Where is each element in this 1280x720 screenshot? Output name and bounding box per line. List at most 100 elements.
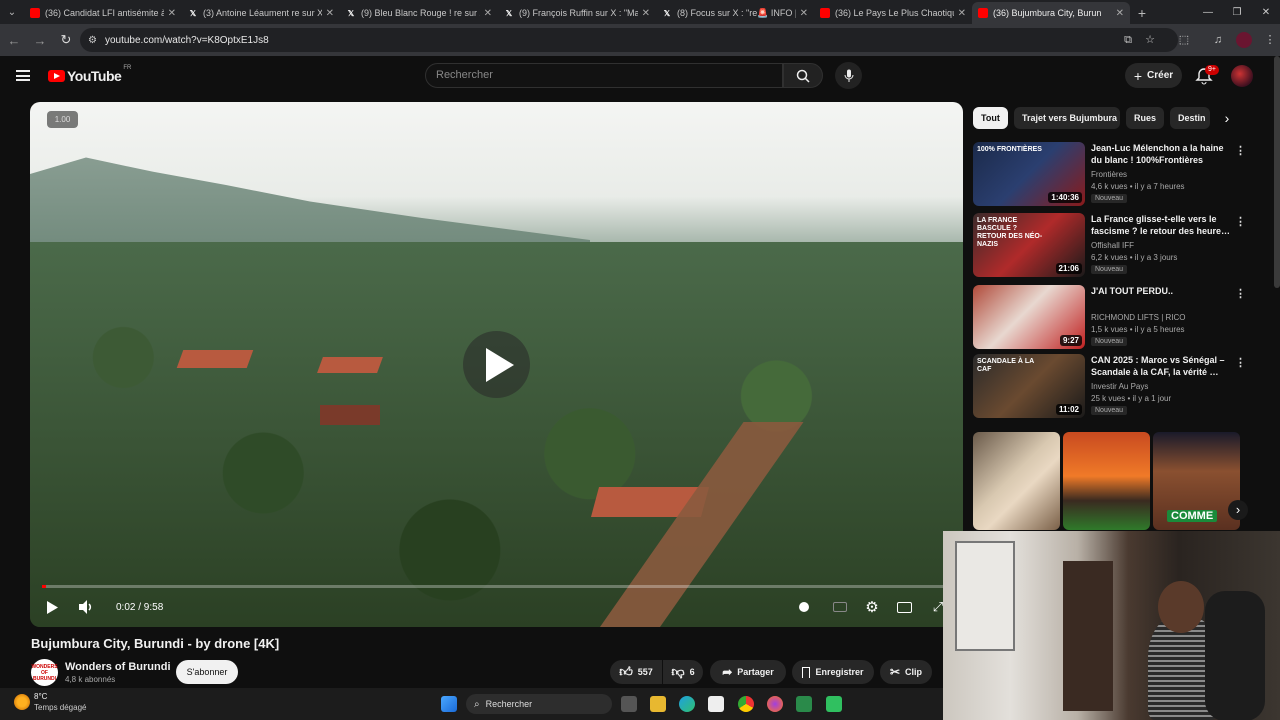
share-button[interactable]: ➦ Partager <box>710 660 786 684</box>
player-controls: 0:02 / 9:58 ⚙ ⤢ <box>30 594 963 627</box>
video-thumbnail[interactable]: 9:27 <box>973 285 1085 349</box>
chip-trajet[interactable]: Trajet vers Bujumbura <box>1014 107 1120 129</box>
browser-tab[interactable]: 𝕏 (9) Bleu Blanc Rouge ! re sur X ✕ <box>340 2 498 24</box>
tab-close-icon[interactable]: ✕ <box>326 8 334 19</box>
account-avatar[interactable] <box>1231 65 1253 87</box>
tab-close-icon[interactable]: ✕ <box>168 8 176 19</box>
channel-name[interactable]: Frontières <box>1091 170 1127 179</box>
bookmark-star-icon[interactable]: ☆ <box>1142 32 1158 48</box>
url-field[interactable]: ⚙ youtube.com/watch?v=K8OptxE1Js8 <box>80 28 1178 52</box>
app-icon[interactable] <box>796 696 812 712</box>
more-options-icon[interactable]: ⋮ <box>1235 287 1246 300</box>
clip-button[interactable]: ✂ Clip <box>880 660 932 684</box>
channel-name[interactable]: Wonders of Burundi <box>65 661 171 673</box>
chips-next-icon[interactable]: › <box>1216 107 1238 129</box>
video-title[interactable]: Jean-Luc Mélenchon a la haine du blanc !… <box>1091 142 1231 166</box>
file-explorer-icon[interactable] <box>650 696 666 712</box>
video-player[interactable]: 1.00 0:02 / 9:58 ⚙ ⤢ <box>30 102 963 627</box>
recommended-video[interactable]: LA FRANCE BASCULE ? RETOUR DES NÉO-NAZIS… <box>973 213 1248 277</box>
search-button[interactable] <box>783 63 823 88</box>
video-thumbnail[interactable]: SCANDALE À LA CAF 11:02 <box>973 354 1085 418</box>
tab-close-icon[interactable]: ✕ <box>484 8 492 19</box>
progress-bar[interactable] <box>42 585 951 588</box>
browser-tab[interactable]: 𝕏 (8) Focus sur X : "re🚨 INFO | C ✕ <box>656 2 814 24</box>
notification-count: 9+ <box>1205 65 1219 75</box>
big-play-button[interactable] <box>463 331 530 398</box>
back-icon[interactable]: ← <box>2 28 26 52</box>
miniplayer-button[interactable] <box>895 598 913 616</box>
browser-menu-icon[interactable]: ⋮ <box>1262 32 1278 48</box>
profile-icon[interactable] <box>1236 32 1252 48</box>
task-view-icon[interactable] <box>621 696 637 712</box>
channel-name[interactable]: Investir Au Pays <box>1091 382 1148 391</box>
browser-tab[interactable]: (36) Candidat LFI antisémite à Pa ✕ <box>24 2 182 24</box>
more-options-icon[interactable]: ⋮ <box>1235 215 1246 228</box>
video-title[interactable]: La France glisse-t-elle vers le fascisme… <box>1091 213 1231 237</box>
windows-start-icon[interactable] <box>441 696 457 712</box>
recommended-video[interactable]: 9:27 J'AI TOUT PERDU.. RICHMOND LIFTS | RI… <box>973 285 1248 349</box>
browser-tab[interactable]: (36) Bujumbura City, Burun ✕ <box>972 2 1130 24</box>
video-title[interactable]: CAN 2025 : Maroc vs Sénégal – Scandale à… <box>1091 354 1231 378</box>
channel-name[interactable]: RICHMOND LIFTS | RICO <box>1091 313 1186 322</box>
weather-icon[interactable] <box>14 694 30 710</box>
dislike-button[interactable]: 👎︎ 6 <box>663 660 703 684</box>
video-duration: 21:06 <box>1055 263 1082 274</box>
like-button[interactable]: 👍︎ 557 <box>610 660 662 684</box>
voice-search-button[interactable] <box>835 62 862 89</box>
play-button[interactable] <box>44 598 60 616</box>
autoplay-toggle[interactable] <box>797 598 811 616</box>
taskbar-search[interactable]: ⌕ Rechercher <box>466 694 612 714</box>
youtube-logo[interactable]: YouTube FR <box>48 65 131 84</box>
more-options-icon[interactable]: ⋮ <box>1235 356 1246 369</box>
save-button[interactable]: Enregistrer <box>792 660 874 684</box>
video-title[interactable]: J'AI TOUT PERDU.. <box>1091 285 1231 297</box>
media-control-icon[interactable]: ♫ <box>1210 32 1226 48</box>
site-info-icon[interactable]: ⚙ <box>88 35 97 46</box>
page-scrollbar[interactable] <box>1274 56 1280 288</box>
settings-button[interactable]: ⚙ <box>863 598 881 616</box>
video-thumbnail[interactable]: 100% FRONTIÈRES 1:40:36 <box>973 142 1085 206</box>
short-thumbnail[interactable] <box>973 432 1060 530</box>
chip-destin[interactable]: Destin <box>1170 107 1210 129</box>
recommended-video[interactable]: SCANDALE À LA CAF 11:02 CAN 2025 : Maroc v… <box>973 354 1248 418</box>
edge-icon[interactable] <box>679 696 695 712</box>
tab-close-icon[interactable]: ✕ <box>642 8 650 19</box>
reload-icon[interactable]: ↻ <box>54 28 78 52</box>
tab-close-icon[interactable]: ✕ <box>958 8 966 19</box>
search-input[interactable]: Rechercher <box>425 63 783 88</box>
menu-icon[interactable] <box>16 70 30 81</box>
minimize-icon[interactable]: — <box>1192 0 1224 24</box>
subscribe-button[interactable]: S'abonner <box>176 660 238 684</box>
maximize-icon[interactable]: ❐ <box>1221 0 1253 24</box>
close-window-icon[interactable]: ✕ <box>1250 0 1280 24</box>
firefox-icon[interactable] <box>767 696 783 712</box>
channel-name[interactable]: Offishall IFF <box>1091 241 1134 250</box>
chip-all[interactable]: Tout <box>973 107 1008 129</box>
short-thumbnail[interactable]: COMME <box>1153 432 1240 530</box>
browser-tab[interactable]: (36) Le Pays Le Plus Chaotique ✕ <box>814 2 972 24</box>
app-icon[interactable] <box>826 696 842 712</box>
browser-tab[interactable]: 𝕏 (3) Antoine Léaument ​re sur X ✕ <box>182 2 340 24</box>
extensions-icon[interactable]: ⬚ <box>1176 32 1192 48</box>
subtitles-button[interactable] <box>831 598 849 616</box>
chip-rues[interactable]: Rues <box>1126 107 1164 129</box>
install-icon[interactable]: ⧉ <box>1120 32 1136 48</box>
recommended-video[interactable]: 100% FRONTIÈRES 1:40:36 Jean-Luc Mélenchon… <box>973 142 1248 206</box>
forward-icon[interactable]: → <box>28 28 52 52</box>
store-icon[interactable] <box>708 696 724 712</box>
tab-close-icon[interactable]: ✕ <box>800 8 808 19</box>
channel-avatar[interactable]: WONDERS OF BURUNDI <box>31 659 58 686</box>
chrome-icon[interactable] <box>738 696 754 712</box>
short-thumbnail[interactable] <box>1063 432 1150 530</box>
create-button[interactable]: + Créer <box>1125 63 1182 88</box>
shelf-next-icon[interactable]: › <box>1228 500 1248 520</box>
video-thumbnail[interactable]: LA FRANCE BASCULE ? RETOUR DES NÉO-NAZIS… <box>973 213 1085 277</box>
more-options-icon[interactable]: ⋮ <box>1235 144 1246 157</box>
tab-close-icon[interactable]: ✕ <box>1116 8 1124 19</box>
tab-title: (36) Bujumbura City, Burun <box>993 8 1102 18</box>
tab-search-icon[interactable]: ⌄ <box>0 0 24 24</box>
volume-button[interactable] <box>78 598 96 616</box>
browser-tab[interactable]: 𝕏 (9) François Ruffin sur X : "Ma m ✕ <box>498 2 656 24</box>
youtube-header: YouTube FR Rechercher + Créer 9+ <box>0 56 1280 96</box>
new-tab-button[interactable]: + <box>1130 2 1154 24</box>
